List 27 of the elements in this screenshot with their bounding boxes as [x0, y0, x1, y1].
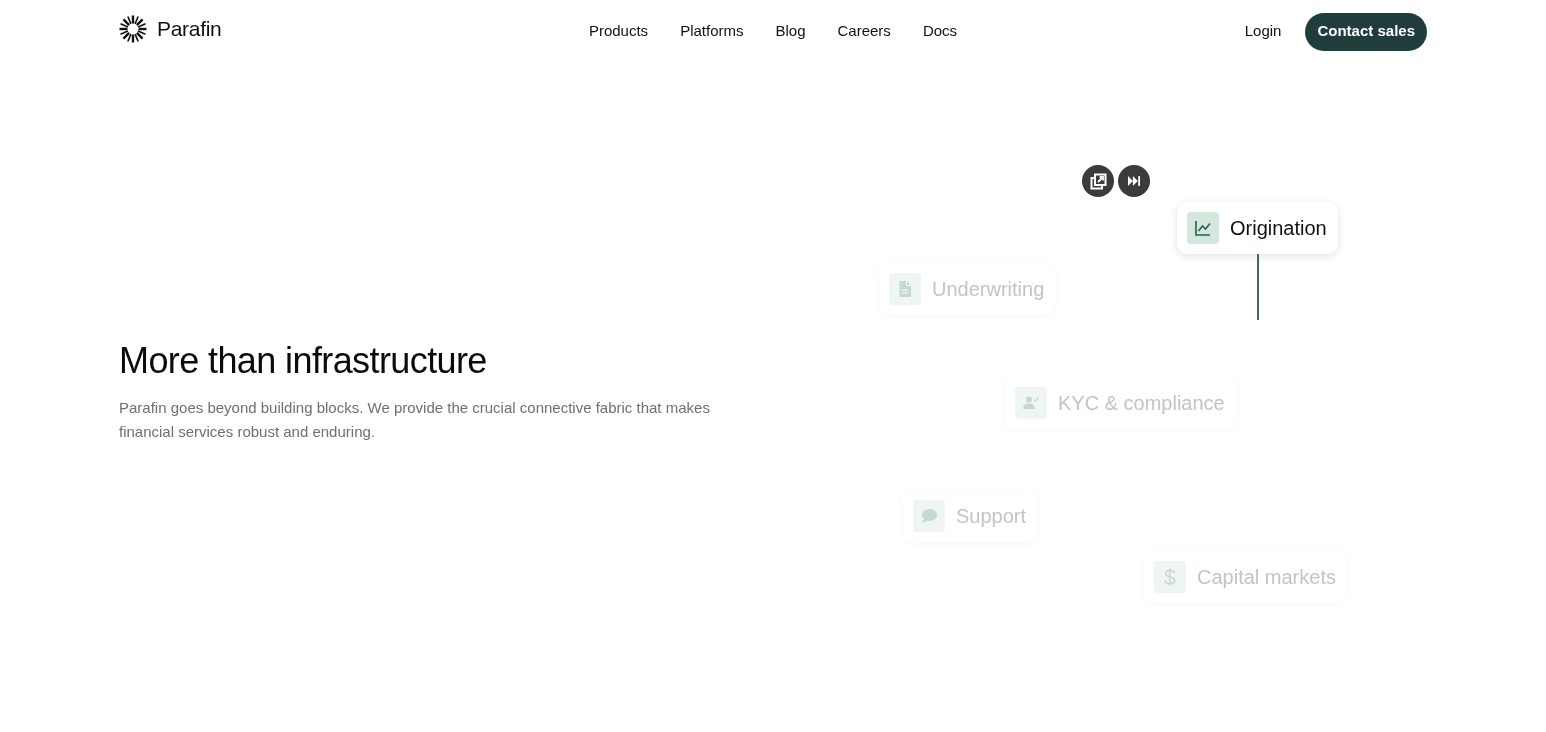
person-check-icon	[1015, 387, 1047, 419]
nav-link[interactable]: Platforms	[680, 20, 744, 43]
nav-link[interactable]: Careers	[837, 20, 891, 43]
node-label: KYC & compliance	[1058, 391, 1225, 416]
login-link[interactable]: Login	[1244, 20, 1282, 43]
nav-link[interactable]: Docs	[922, 20, 958, 43]
node-label: Capital markets	[1197, 565, 1336, 590]
line-chart-icon	[1187, 212, 1219, 244]
nav-link[interactable]: Blog	[775, 20, 806, 43]
popout-button[interactable]	[1082, 165, 1114, 197]
hero-description: Parafin goes beyond building blocks. We provide the crucial connective fabric that makes financial services robust and enduring.	[119, 398, 711, 443]
diagram-node[interactable]: Origination	[1177, 202, 1338, 254]
sunburst-logo-icon	[119, 14, 147, 43]
node-label: Support	[956, 504, 1027, 529]
document-icon	[889, 273, 921, 305]
connector-line	[1257, 254, 1259, 320]
dollar-icon	[1154, 561, 1186, 593]
skip-forward-icon	[1128, 176, 1140, 186]
chat-bubble-icon	[913, 500, 945, 532]
home-link[interactable]: Parafin	[119, 13, 222, 45]
contact-sales-button[interactable]: Contact sales	[1305, 12, 1427, 51]
nav-link[interactable]: Products	[588, 20, 649, 43]
skip-forward-button[interactable]	[1118, 165, 1150, 197]
node-label: Underwriting	[932, 277, 1045, 302]
hero-title: More than infrastructure	[119, 338, 488, 383]
external-link-icon	[1089, 172, 1107, 190]
node-label: Origination	[1230, 216, 1327, 241]
